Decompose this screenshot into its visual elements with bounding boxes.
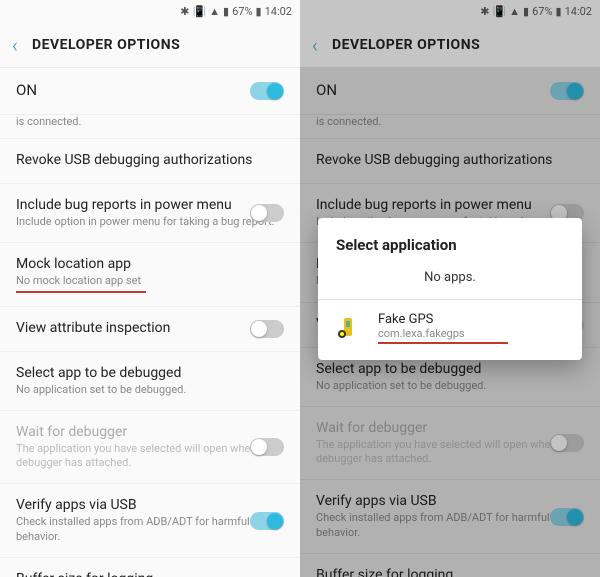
highlight-underline [16,291,146,293]
select-application-dialog: Select application No apps. Fake GPS com… [318,218,582,360]
row-debug-app[interactable]: Select app to be debugged No application… [0,352,300,411]
toggle-waitdbg [250,438,284,456]
battery-icon: ▮ [256,5,262,18]
back-icon[interactable]: ‹ [12,33,18,57]
vibrate-icon: 📳 [192,5,206,18]
dialog-no-apps[interactable]: No apps. [318,264,582,299]
partial-connected: is connected. [0,115,300,139]
toggle-viewattr[interactable] [250,320,284,338]
signal-icon: ▮ [223,5,229,18]
dialog-title: Select application [318,218,582,264]
toggle-bugreport[interactable] [250,204,284,222]
dialog-app-row[interactable]: Fake GPS com.lexa.fakegps [318,300,582,360]
row-wait-debugger: Wait for debugger The application you ha… [0,411,300,485]
row-buffer[interactable]: Buffer size for logging 256K per log buf… [0,558,300,577]
highlight-underline [378,342,508,344]
row-bugreport[interactable]: Include bug reports in power menu Includ… [0,184,300,243]
app-name: Fake GPS [378,312,564,327]
fake-gps-app-icon [336,314,364,342]
status-bar: ✱ 📳 ▲ ▮ 67% ▮ 14:02 [0,0,300,22]
toggle-on[interactable] [250,82,284,100]
row-revoke[interactable]: Revoke USB debugging authorizations [0,139,300,184]
dialog-overlay[interactable]: Select application No apps. Fake GPS com… [300,0,600,577]
battery-text: 67% [232,5,252,18]
row-verify-usb[interactable]: Verify apps via USB Check installed apps… [0,484,300,558]
app-info: Fake GPS com.lexa.fakegps [378,312,564,344]
app-package: com.lexa.fakegps [378,327,564,340]
left-screen: ✱ 📳 ▲ ▮ 67% ▮ 14:02 ‹ DEVELOPER OPTIONS … [0,0,300,577]
header: ‹ DEVELOPER OPTIONS [0,22,300,68]
row-on[interactable]: ON [0,68,300,115]
row-mock-location[interactable]: Mock location app No mock location app s… [0,243,300,306]
page-title: DEVELOPER OPTIONS [32,37,180,53]
settings-list[interactable]: ON is connected. Revoke USB debugging au… [0,68,300,577]
right-screen: ✱ 📳 ▲ ▮ 67% ▮ 14:02 ‹ DEVELOPER OPTIONS … [300,0,600,577]
toggle-verify[interactable] [250,512,284,530]
time-text: 14:02 [265,5,292,18]
bluetooth-icon: ✱ [180,5,189,18]
wifi-icon: ▲ [209,5,220,18]
row-view-attr[interactable]: View attribute inspection [0,307,300,352]
